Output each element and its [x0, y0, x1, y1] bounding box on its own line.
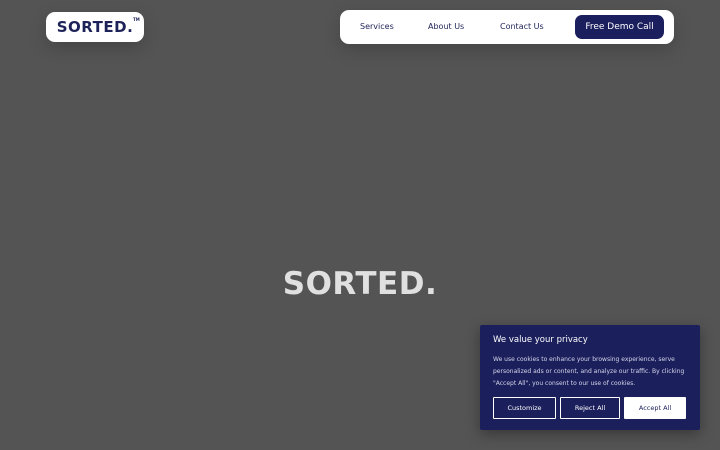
main-nav: Services About Us Contact Us Free Demo C…	[340, 10, 674, 44]
logo-link[interactable]: SORTED. TM	[46, 12, 144, 42]
nav-link-about-us[interactable]: About Us	[428, 10, 464, 44]
free-demo-call-button[interactable]: Free Demo Call	[575, 15, 664, 39]
reject-all-button[interactable]: Reject All	[560, 397, 620, 419]
page: SORTED. TM Services About Us Contact Us …	[0, 0, 720, 450]
logo-text: SORTED.	[56, 18, 134, 36]
cookie-banner-body: We use cookies to enhance your browsing …	[493, 356, 685, 387]
cookie-consent-banner: We value your privacy We use cookies to …	[480, 325, 700, 430]
cookie-banner-title: We value your privacy	[493, 335, 588, 345]
nav-link-services[interactable]: Services	[360, 10, 394, 44]
nav-link-contact-us[interactable]: Contact Us	[500, 10, 544, 44]
accept-all-button[interactable]: Accept All	[624, 397, 686, 419]
logo-trademark: TM	[133, 17, 140, 22]
hero-title: SORTED.	[282, 266, 438, 302]
customize-button[interactable]: Customize	[493, 397, 556, 419]
